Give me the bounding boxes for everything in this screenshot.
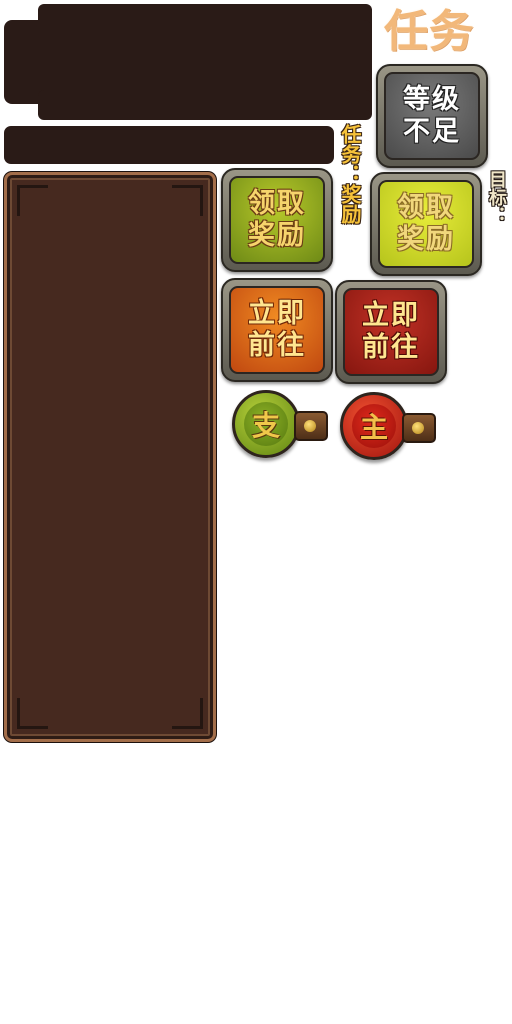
side-quest-tab[interactable]: 支 bbox=[232, 390, 300, 458]
level-insufficient-label: 等级 不足 bbox=[384, 72, 480, 160]
go-now-label-red: 立即 前往 bbox=[343, 288, 439, 376]
title-bar-background-lower bbox=[38, 90, 372, 120]
clasp-gem-icon bbox=[412, 422, 424, 434]
claim-reward-button-highlight[interactable]: 领取 奖励 bbox=[370, 172, 482, 276]
go-now-button-orange[interactable]: 立即 前往 bbox=[221, 278, 333, 382]
main-quest-tab[interactable]: 主 bbox=[340, 392, 408, 460]
quest-title: 任务 bbox=[384, 6, 474, 57]
go-now-label-orange: 立即 前往 bbox=[229, 286, 325, 374]
quest-list-panel bbox=[4, 172, 216, 742]
goal-label: 目标： bbox=[486, 170, 507, 224]
panel-corner-ornament bbox=[172, 698, 203, 729]
claim-reward-label-highlight: 领取 奖励 bbox=[378, 180, 474, 268]
info-strip bbox=[4, 126, 334, 164]
side-quest-clasp-icon bbox=[294, 411, 328, 441]
clasp-gem-icon bbox=[304, 420, 316, 432]
side-quest-glyph: 支 bbox=[244, 402, 288, 446]
quest-ui-sprite-sheet: 任务 任务：奖励 目标： 等级 不足 领取 奖励 领取 奖励 立即 前往 立即 … bbox=[0, 0, 512, 1024]
panel-corner-ornament bbox=[172, 185, 203, 216]
go-now-button-red[interactable]: 立即 前往 bbox=[335, 280, 447, 384]
panel-corner-ornament bbox=[17, 185, 48, 216]
level-insufficient-button[interactable]: 等级 不足 bbox=[376, 64, 488, 168]
main-quest-glyph: 主 bbox=[352, 404, 396, 448]
claim-reward-label-green: 领取 奖励 bbox=[229, 176, 325, 264]
panel-corner-ornament bbox=[17, 698, 48, 729]
claim-reward-button-green[interactable]: 领取 奖励 bbox=[221, 168, 333, 272]
task-reward-label: 任务：奖励 bbox=[338, 124, 362, 224]
main-quest-clasp-icon bbox=[402, 413, 436, 443]
